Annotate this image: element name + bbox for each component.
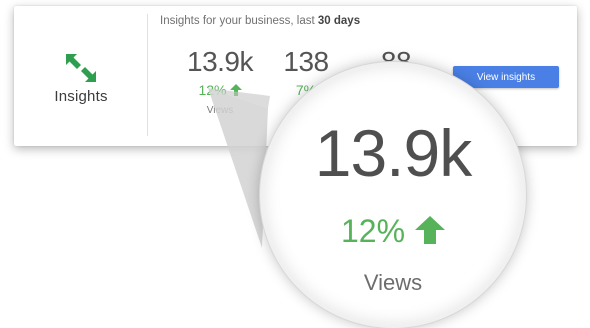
metric-label: Views bbox=[206, 105, 234, 116]
arrow-up-icon bbox=[415, 216, 446, 244]
magnified-change-percent: 12% bbox=[340, 213, 406, 249]
magnified-label: Views bbox=[363, 270, 423, 295]
metric-change: 12% bbox=[174, 82, 266, 98]
arrow-up-icon bbox=[229, 84, 242, 96]
headline-period: 30 days bbox=[317, 15, 361, 27]
metric-views: 13.9k 12% Views bbox=[174, 46, 266, 116]
metric-value: 138 bbox=[283, 46, 329, 77]
insights-headline: Insights for your business, last 30 days bbox=[160, 15, 360, 27]
view-insights-button[interactable]: View insights bbox=[453, 66, 559, 88]
insights-title: Insights bbox=[54, 88, 108, 105]
magnifier-lens: 13.9k 12% Views bbox=[260, 62, 526, 328]
metric-value: 13.9k bbox=[187, 46, 254, 77]
divider bbox=[147, 14, 148, 136]
insights-summary-panel[interactable]: Insights bbox=[14, 6, 148, 146]
metric-change-percent: 12% bbox=[198, 82, 227, 98]
headline-prefix: Insights for your business, last bbox=[160, 15, 318, 27]
magnified-change: 12% bbox=[263, 213, 523, 250]
swap-arrows-icon bbox=[66, 54, 96, 82]
magnified-value: 13.9k bbox=[314, 116, 472, 190]
